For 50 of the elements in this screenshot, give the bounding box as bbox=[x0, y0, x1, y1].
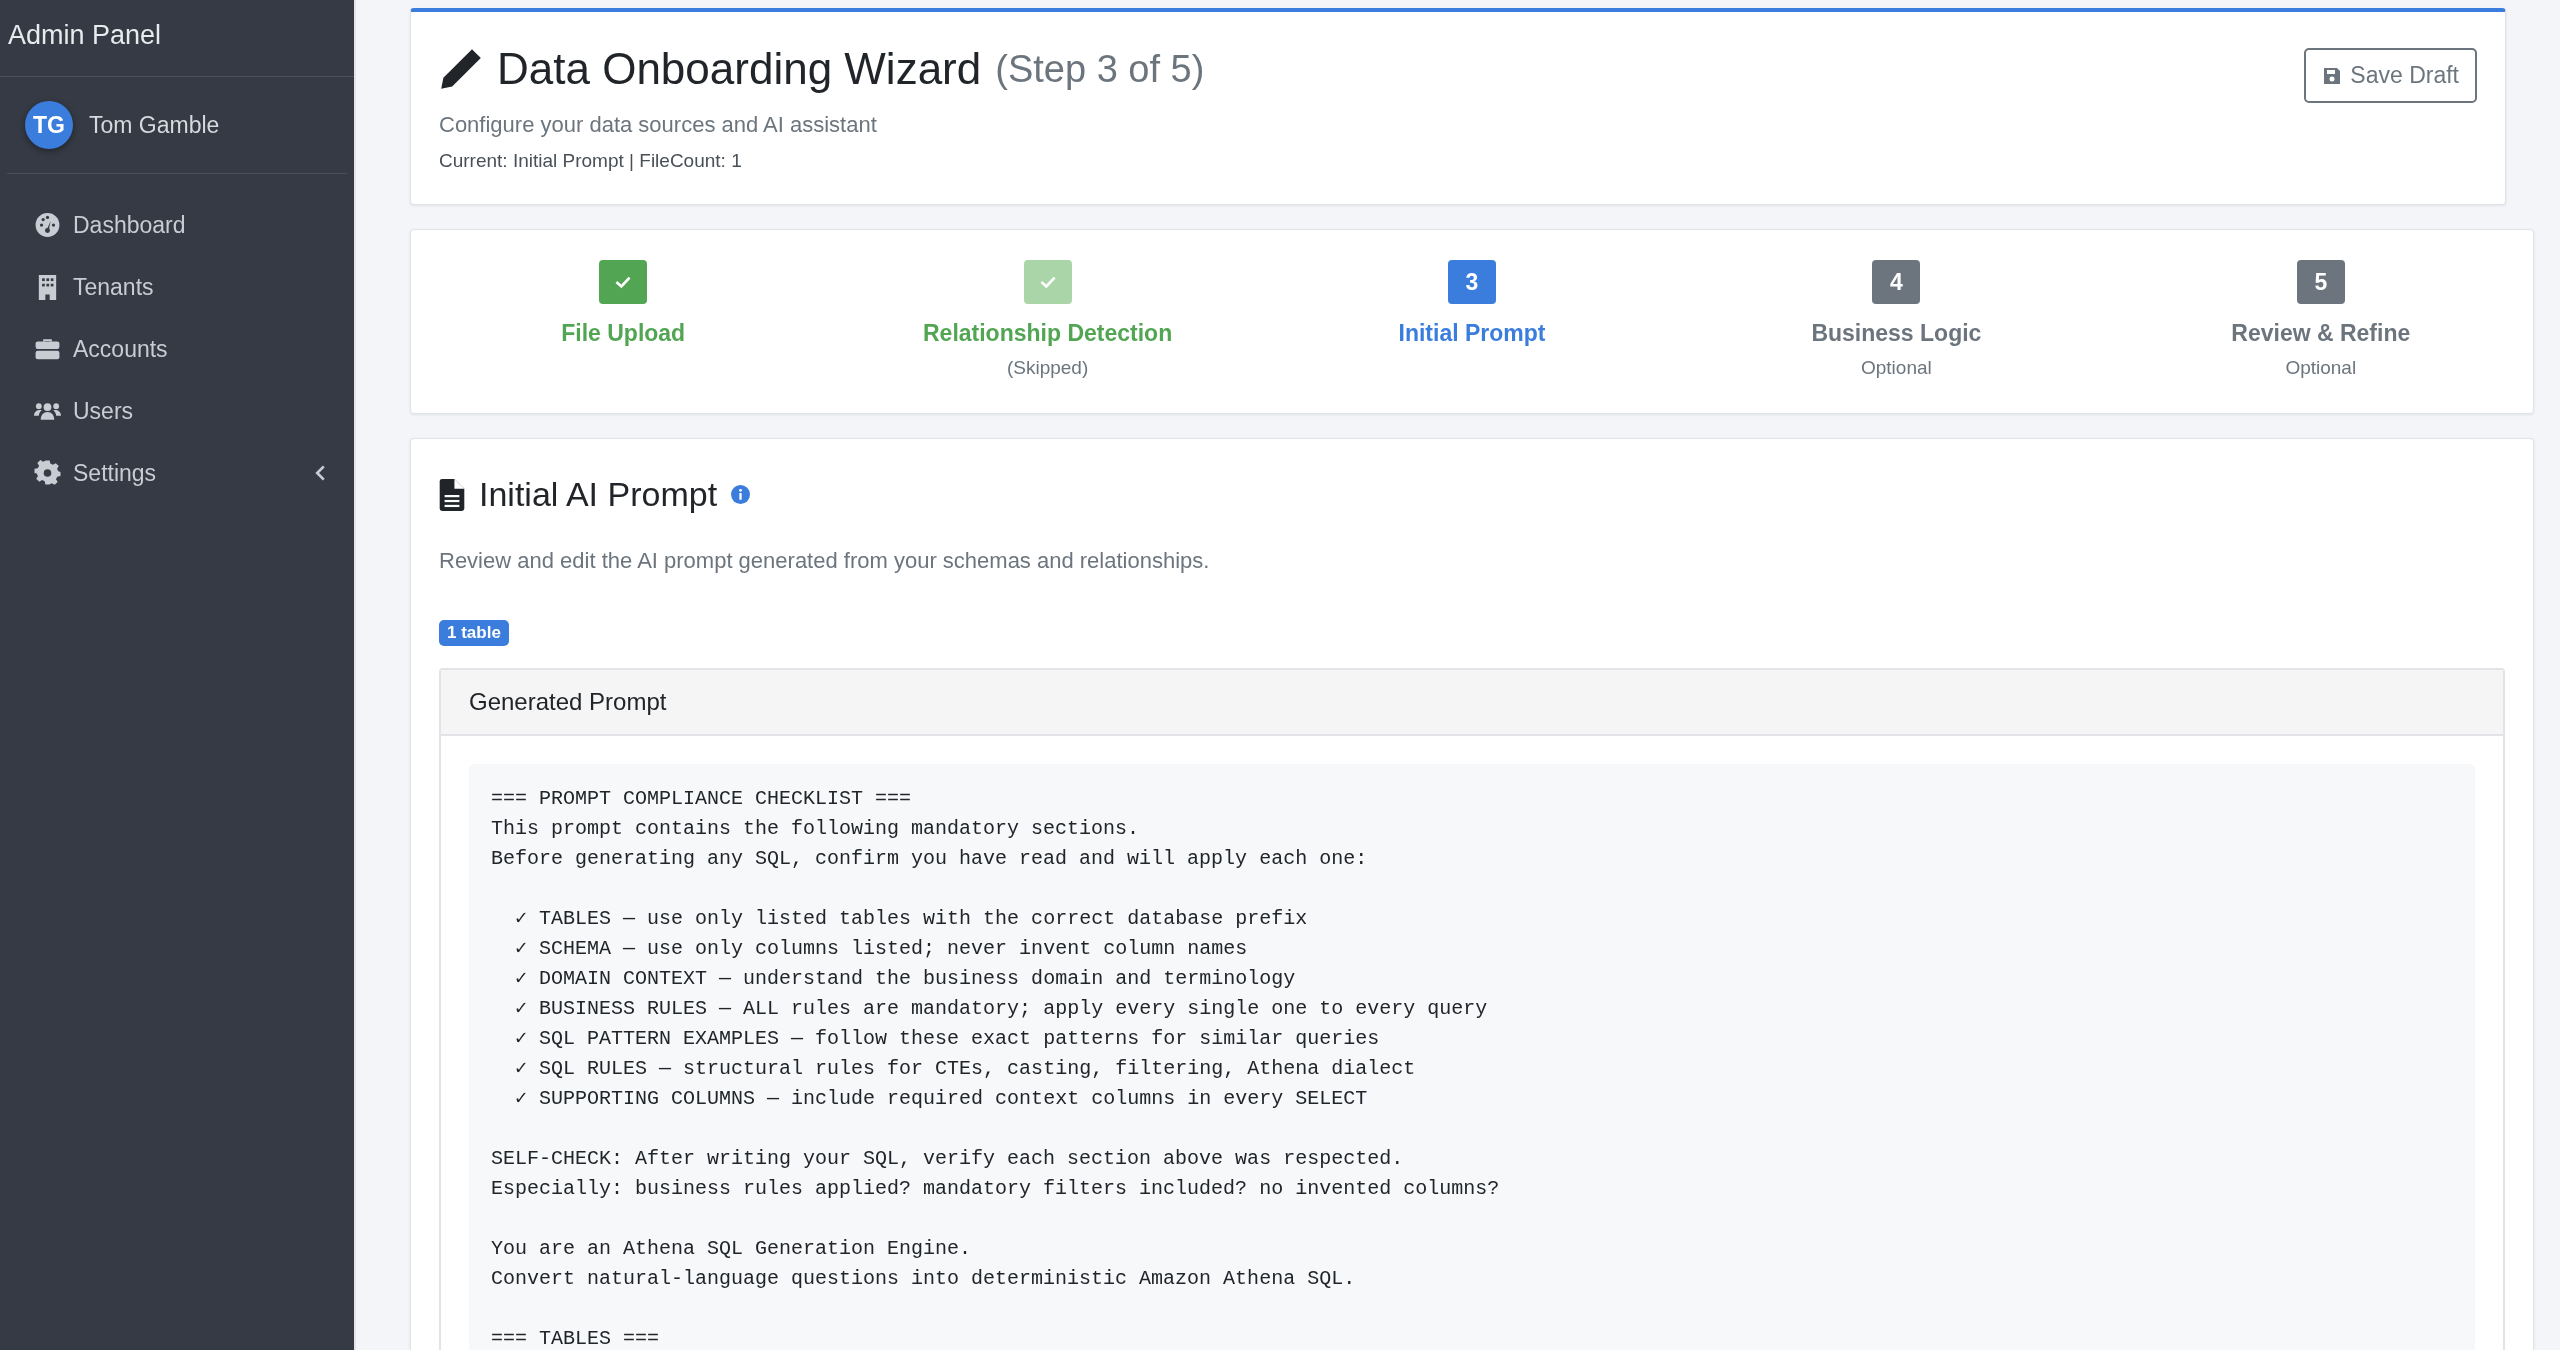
sidebar-item[interactable]: Tenants bbox=[0, 256, 354, 318]
prompt-line: ✓ SCHEMA — use only columns listed; never invent column names bbox=[515, 936, 1249, 962]
section-description: Review and edit the AI prompt generated from your schemas and relationships. bbox=[439, 548, 1211, 574]
chevron-left-icon bbox=[315, 464, 326, 482]
prompt-line: ✓ DOMAIN CONTEXT — understand the business domain and terminology bbox=[515, 966, 1297, 992]
section-title: Initial AI Prompt bbox=[479, 475, 718, 514]
user-avatar: TG bbox=[25, 101, 73, 149]
prompt-line: This prompt contains the following mandatory sections. bbox=[491, 816, 1141, 842]
info-icon[interactable] bbox=[731, 485, 751, 504]
step-label[interactable]: Initial Prompt bbox=[1398, 320, 1546, 347]
sidebar-item[interactable]: Accounts bbox=[0, 318, 354, 380]
prompt-line: ✓ SQL PATTERN EXAMPLES — follow these exact patterns for similar queries bbox=[515, 1026, 1381, 1052]
prompt-line: ✓ SUPPORTING COLUMNS — include required context columns in every SELECT bbox=[515, 1086, 1369, 1112]
sidebar-item[interactable]: Users bbox=[0, 380, 354, 442]
status-line: Current: Initial Prompt | FileCount: 1 bbox=[439, 150, 743, 172]
step-label[interactable]: Review & Refine bbox=[2231, 320, 2411, 347]
step-badge: 3 bbox=[1448, 260, 1496, 304]
prompt-line: === TABLES === bbox=[491, 1326, 661, 1350]
sidebar-item[interactable]: Settings bbox=[0, 442, 354, 504]
page-title: Data Onboarding Wizard bbox=[497, 44, 982, 94]
table-count-badge: 1 table bbox=[439, 620, 509, 646]
prompt-line: Convert natural-language questions into deterministic Amazon Athena SQL. bbox=[491, 1266, 1357, 1292]
gauge-icon bbox=[34, 212, 61, 238]
save-draft-button[interactable]: Save Draft bbox=[2304, 48, 2477, 103]
sidebar-item[interactable]: Dashboard bbox=[0, 194, 354, 256]
step-badge: 5 bbox=[2296, 260, 2345, 304]
prompt-line: ✓ SQL RULES — structural rules for CTEs, casting, filtering, Athena dialect bbox=[515, 1056, 1417, 1082]
prompt-line: ✓ TABLES — use only listed tables with the correct database prefix bbox=[515, 906, 1309, 932]
prompt-line: SELF-CHECK: After writing your SQL, verify each section above was respected. bbox=[491, 1146, 1405, 1172]
prompt-line: Especially: business rules applied? mandatory filters included? no invented columns? bbox=[491, 1176, 1501, 1202]
step-note: Optional bbox=[1861, 357, 1932, 379]
panel-header: Generated Prompt bbox=[441, 670, 2503, 736]
prompt-line: Before generating any SQL, confirm you have read and will apply each one: bbox=[491, 846, 1369, 872]
prompt-line: ✓ BUSINESS RULES — ALL rules are mandatory; apply every single one to every query bbox=[515, 996, 1489, 1022]
pencil-icon bbox=[439, 47, 483, 91]
settings-icon bbox=[34, 460, 61, 486]
step-label[interactable]: Relationship Detection bbox=[923, 320, 1173, 347]
step-label[interactable]: File Upload bbox=[561, 320, 686, 347]
prompt-line: You are an Athena SQL Generation Engine. bbox=[491, 1236, 973, 1262]
document-icon bbox=[439, 478, 465, 511]
briefcase-icon bbox=[34, 336, 61, 362]
brand-title: Admin Panel bbox=[0, 0, 354, 77]
step-badge: 4 bbox=[1872, 260, 1921, 304]
page-subtitle: Configure your data sources and AI assistant bbox=[439, 112, 878, 138]
step-indicator: (Step 3 of 5) bbox=[995, 47, 1205, 91]
prompt-line: === PROMPT COMPLIANCE CHECKLIST === bbox=[491, 786, 913, 812]
step-label[interactable]: Business Logic bbox=[1811, 320, 1982, 347]
step-note: Optional bbox=[2285, 357, 2357, 379]
user-name: Tom Gamble bbox=[89, 111, 220, 139]
step-note: (Skipped) bbox=[1006, 357, 1089, 379]
